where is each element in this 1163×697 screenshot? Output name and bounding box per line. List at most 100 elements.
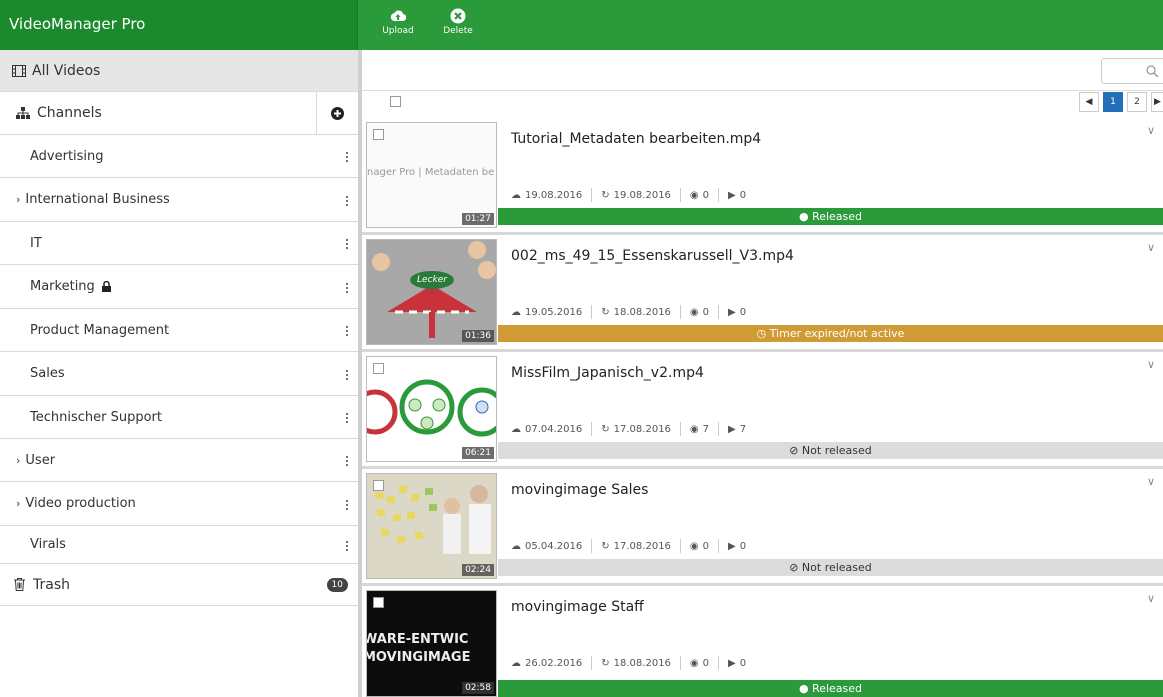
kebab-menu-icon[interactable] (345, 239, 349, 251)
kebab-menu-icon[interactable] (345, 456, 349, 468)
view-count: 0 (702, 540, 710, 552)
sidebar-item-channel[interactable]: › Video production (0, 482, 358, 526)
video-checkbox[interactable] (373, 129, 384, 140)
play-count: 0 (739, 189, 747, 201)
kebab-menu-icon[interactable] (345, 283, 349, 295)
search-input[interactable] (1101, 58, 1163, 84)
kebab-menu-icon[interactable] (345, 196, 349, 208)
video-checkbox[interactable] (373, 597, 384, 608)
modified-date: 17.08.2016 (613, 423, 671, 435)
sidebar-item-channel[interactable]: Product Management (0, 309, 358, 352)
chevron-right-icon[interactable]: › (16, 193, 20, 206)
video-item[interactable]: nager Pro | Metadaten be 01:27 Tutorial_… (362, 118, 1163, 231)
chevron-down-icon[interactable]: ∨ (1147, 592, 1155, 605)
chevron-down-icon[interactable]: ∨ (1147, 475, 1155, 488)
sidebar-item-channel[interactable]: IT (0, 222, 358, 265)
refresh-icon: ↻ (601, 306, 610, 318)
refresh-icon: ↻ (601, 657, 610, 669)
kebab-menu-icon[interactable] (345, 326, 349, 338)
eye-icon: ◉ (689, 540, 699, 552)
view-count: 7 (702, 423, 710, 435)
cloud-upload-icon: ☁ (511, 189, 521, 201)
video-title[interactable]: movingimage Staff (511, 599, 644, 615)
sidebar-item-channel[interactable]: Marketing (0, 265, 358, 309)
sidebar-channels-header[interactable]: Channels (0, 92, 358, 135)
video-title[interactable]: MissFilm_Japanisch_v2.mp4 (511, 365, 704, 381)
kebab-menu-icon[interactable] (345, 541, 349, 553)
thumbnail-text: nager Pro | Metadaten be (367, 167, 495, 178)
main-content: ◀ 1 2 ▶ nager Pro | Metadaten be 01:27 T… (362, 50, 1163, 697)
sidebar-item-channel[interactable]: Technischer Support (0, 396, 358, 439)
timer-icon: ◷ (756, 327, 770, 340)
sidebar-item-channel[interactable]: › User (0, 439, 358, 482)
video-meta: ☁ 26.02.2016 ↻ 18.08.2016 ◉ 0 ▶ 0 (511, 656, 746, 670)
video-thumbnail[interactable]: Lecker 01:36 (366, 239, 497, 345)
next-page-button[interactable]: ▶ (1151, 92, 1163, 112)
globe-icon: ● (798, 210, 813, 223)
play-count: 7 (739, 423, 747, 435)
globe-off-icon: ⊘ (789, 444, 802, 457)
video-title[interactable]: movingimage Sales (511, 482, 648, 498)
close-circle-icon (450, 8, 466, 24)
kebab-menu-icon[interactable] (345, 413, 349, 425)
channel-label: Technischer Support (30, 409, 162, 425)
chevron-down-icon[interactable]: ∨ (1147, 124, 1155, 137)
sidebar-item-channel[interactable]: Advertising (0, 135, 358, 178)
plus-circle-icon (331, 106, 344, 120)
video-item[interactable]: 06:21 MissFilm_Japanisch_v2.mp4 ☁ 07.04.2… (362, 352, 1163, 465)
eye-icon: ◉ (689, 189, 699, 201)
chevron-right-icon[interactable]: › (16, 454, 20, 467)
video-checkbox[interactable] (373, 363, 384, 374)
prev-page-button[interactable]: ◀ (1079, 92, 1099, 112)
duration-badge: 01:36 (462, 330, 494, 342)
sidebar-item-channel[interactable]: Virals (0, 526, 358, 564)
sidebar-item-channel[interactable]: › International Business (0, 178, 358, 222)
duration-badge: 02:24 (462, 564, 494, 576)
refresh-icon: ↻ (601, 189, 610, 201)
video-thumbnail[interactable]: 06:21 (366, 356, 497, 462)
sidebar-item-trash[interactable]: Trash 10 (0, 564, 358, 606)
chevron-down-icon[interactable]: ∨ (1147, 241, 1155, 254)
video-title[interactable]: 002_ms_49_15_Essenskarussell_V3.mp4 (511, 248, 794, 264)
play-icon: ▶ (728, 657, 736, 669)
globe-icon: ● (798, 682, 813, 695)
video-item[interactable]: 02:24 movingimage Sales ☁ 05.04.2016 ↻ 17.… (362, 469, 1163, 582)
kebab-menu-icon[interactable] (345, 500, 349, 512)
created-date: 26.02.2016 (525, 657, 583, 669)
channel-label: Advertising (30, 148, 104, 164)
video-checkbox[interactable] (373, 480, 384, 491)
status-label: Released (812, 210, 863, 223)
video-title[interactable]: Tutorial_Metadaten bearbeiten.mp4 (511, 131, 761, 147)
status-bar: ⊘ Not released (498, 442, 1163, 459)
kebab-menu-icon[interactable] (345, 152, 349, 164)
kebab-menu-icon[interactable] (345, 370, 349, 382)
video-item[interactable]: Lecker 01:36 002_ms_49_15_Essenskarussel… (362, 235, 1163, 348)
chevron-right-icon[interactable]: › (16, 497, 20, 510)
add-channel-button[interactable] (316, 92, 358, 134)
channel-label: Product Management (30, 322, 170, 338)
delete-button[interactable]: Delete (436, 8, 480, 36)
video-thumbnail[interactable]: WARE-ENTWIC MOVINGIMAGE 02:58 (366, 590, 497, 697)
upload-button[interactable]: Upload (376, 8, 420, 36)
sidebar: All Videos Channels Advertising › Intern… (0, 50, 358, 697)
video-thumbnail[interactable]: 02:24 (366, 473, 497, 579)
channel-label: Virals (30, 537, 66, 552)
refresh-icon: ↻ (601, 540, 610, 552)
status-label: Timer expired/not active (769, 327, 905, 340)
duration-badge: 01:27 (462, 213, 494, 225)
select-all-checkbox[interactable] (390, 96, 401, 107)
eye-icon: ◉ (689, 306, 699, 318)
video-meta: ☁ 05.04.2016 ↻ 17.08.2016 ◉ 0 ▶ 0 (511, 539, 746, 553)
video-thumbnail[interactable]: nager Pro | Metadaten be 01:27 (366, 122, 497, 228)
page-button[interactable]: 1 (1103, 92, 1123, 112)
channel-label: Video production (25, 496, 136, 511)
chevron-down-icon[interactable]: ∨ (1147, 358, 1155, 371)
sidebar-item-channel[interactable]: Sales (0, 352, 358, 396)
video-item[interactable]: WARE-ENTWIC MOVINGIMAGE 02:58 movingimag… (362, 586, 1163, 697)
trash-icon (14, 578, 25, 591)
page-button[interactable]: 2 (1127, 92, 1147, 112)
cloud-upload-icon: ☁ (511, 423, 521, 435)
sidebar-item-all-videos[interactable]: All Videos (0, 50, 358, 92)
view-count: 0 (702, 306, 710, 318)
cloud-upload-icon: ☁ (511, 657, 521, 669)
